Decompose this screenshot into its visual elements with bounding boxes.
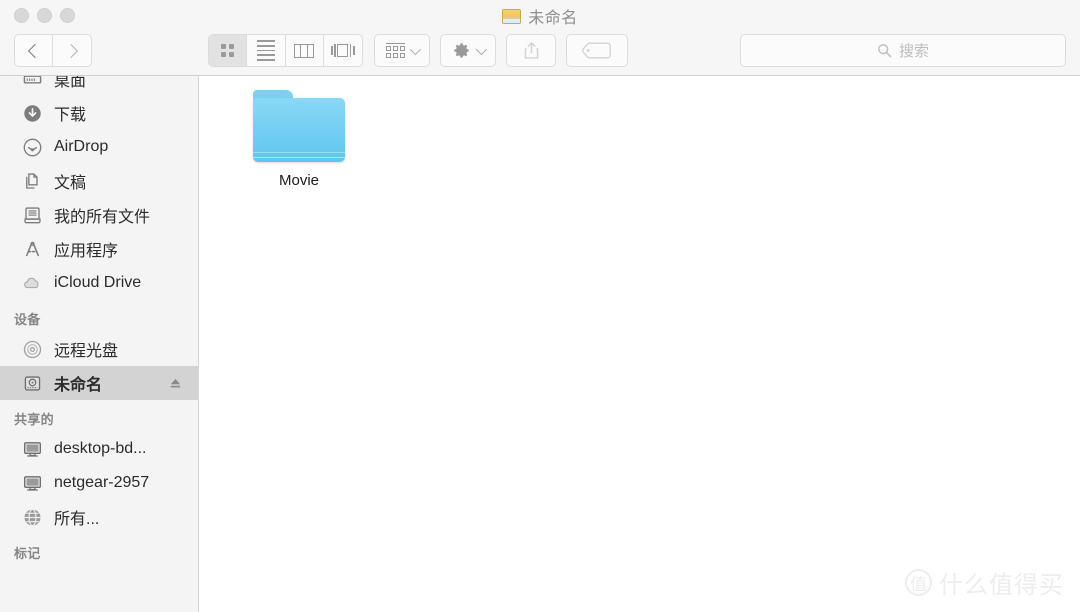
share-button[interactable] <box>507 35 555 66</box>
list-view-icon <box>256 40 275 61</box>
sidebar-item-remote-disc[interactable]: 远程光盘 <box>0 332 198 366</box>
sidebar-item-all-network[interactable]: 所有... <box>0 500 198 534</box>
sidebar-item-label: iCloud Drive <box>54 274 142 291</box>
column-view-button[interactable] <box>286 35 324 66</box>
gear-icon <box>452 41 471 60</box>
window-title: 未命名 <box>0 4 1080 28</box>
share-group <box>506 34 556 67</box>
tag-icon <box>582 42 611 59</box>
chevron-right-icon <box>63 43 78 58</box>
arrange-icon <box>386 42 405 59</box>
computer-icon <box>22 473 43 494</box>
icon-view-button[interactable] <box>209 35 248 66</box>
icloud-icon <box>22 273 43 294</box>
chevron-down-icon <box>475 43 488 55</box>
view-mode-group <box>208 34 363 67</box>
search-input[interactable]: 搜索 <box>740 34 1066 67</box>
sidebar-item-label: 远程光盘 <box>54 343 119 360</box>
sidebar-item-downloads[interactable]: 下载 <box>0 96 198 130</box>
sidebar-item-documents[interactable]: 文稿 <box>0 164 198 198</box>
sidebar-item-applications[interactable]: 应用程序 <box>0 232 198 266</box>
share-icon <box>524 42 538 59</box>
sidebar-item-label: desktop-bd... <box>54 440 147 457</box>
sidebar-item-label: 未命名 <box>54 377 103 394</box>
search-placeholder: 搜索 <box>898 43 929 60</box>
file-item-movie[interactable]: Movie <box>236 90 362 189</box>
close-button[interactable] <box>14 8 29 23</box>
watermark-logo: 值 <box>905 569 932 596</box>
arrange-group <box>374 34 430 67</box>
sidebar-item-label: 下载 <box>54 107 87 124</box>
forward-button[interactable] <box>53 34 92 67</box>
documents-icon <box>22 171 43 192</box>
sidebar-section-devices: 设备 <box>14 312 41 327</box>
all-my-files-icon <box>22 205 43 226</box>
applications-icon <box>22 239 43 260</box>
sidebar-item-label: 应用程序 <box>54 243 119 260</box>
eject-button[interactable] <box>169 377 182 390</box>
sidebar-section-shared: 共享的 <box>14 412 54 427</box>
sidebar-item-label: netgear-2957 <box>54 474 150 491</box>
sidebar-item-label: 文稿 <box>54 175 87 192</box>
sidebar-item-label: 我的所有文件 <box>54 209 151 226</box>
arrange-button[interactable] <box>375 35 429 66</box>
icon-view-icon <box>221 44 235 57</box>
file-item-label: Movie <box>278 172 319 189</box>
network-globe-icon <box>22 507 43 528</box>
sidebar-item-airdrop[interactable]: AirDrop <box>0 130 198 164</box>
column-view-icon <box>294 43 315 58</box>
computer-icon <box>22 439 43 460</box>
coverflow-view-button[interactable] <box>324 35 362 66</box>
traffic-lights <box>14 8 75 23</box>
downloads-icon <box>22 103 43 124</box>
window-titlebar: 未命名 搜索 <box>0 0 1080 76</box>
sidebar-item-icloud-drive[interactable]: iCloud Drive <box>0 266 198 300</box>
sidebar-item-label: 所有... <box>54 511 100 528</box>
folder-icon <box>253 90 345 162</box>
watermark-text: 什么值得买 <box>939 572 1064 599</box>
file-browser-content[interactable]: Movie 值 什么值得买 <box>200 76 1080 612</box>
desktop-icon <box>22 76 43 90</box>
action-button[interactable] <box>441 35 495 66</box>
watermark: 值 什么值得买 <box>905 565 1064 600</box>
sidebar[interactable]: 桌面 下载 AirDrop 文稿 我的所有文件 应用程序 iCloud Driv… <box>0 76 199 612</box>
list-view-button[interactable] <box>247 35 286 66</box>
search-icon <box>878 44 892 58</box>
action-group <box>440 34 496 67</box>
tag-button[interactable] <box>567 35 627 66</box>
sidebar-item-all-my-files[interactable]: 我的所有文件 <box>0 198 198 232</box>
airdrop-icon <box>22 137 43 158</box>
chevron-left-icon <box>27 43 43 58</box>
finder-window: 未命名 搜索 桌面 下载 AirDrop 文稿 我的所有文件 应用程序 iClo… <box>0 0 1080 612</box>
sidebar-item-desktop-bd[interactable]: desktop-bd... <box>0 432 198 466</box>
window-title-text: 未命名 <box>528 10 578 27</box>
sidebar-item-label: 桌面 <box>54 76 87 90</box>
chevron-down-icon <box>409 43 422 55</box>
hard-drive-icon <box>502 8 522 24</box>
sidebar-item-netgear-2957[interactable]: netgear-2957 <box>0 466 198 500</box>
zoom-button[interactable] <box>60 8 75 23</box>
sidebar-section-tags: 标记 <box>14 546 41 561</box>
remote-disc-icon <box>22 339 43 360</box>
tag-group <box>566 34 628 67</box>
back-button[interactable] <box>14 34 53 67</box>
sidebar-item-label: AirDrop <box>54 138 109 155</box>
sidebar-item-untitled-drive[interactable]: 未命名 <box>0 366 198 400</box>
navigation-buttons <box>14 34 92 67</box>
hard-drive-icon <box>22 373 43 394</box>
sidebar-item-desktop[interactable]: 桌面 <box>0 76 198 96</box>
coverflow-view-icon <box>331 44 355 57</box>
minimize-button[interactable] <box>37 8 52 23</box>
